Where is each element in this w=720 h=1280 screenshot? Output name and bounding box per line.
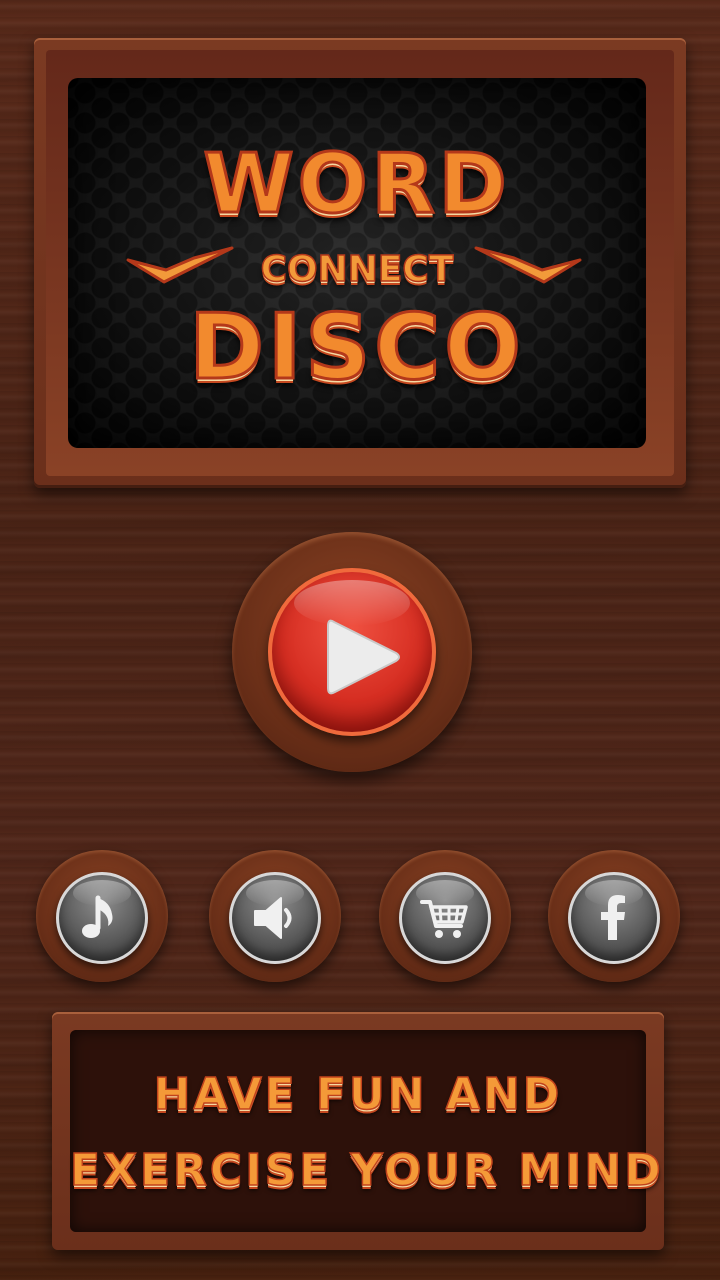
music-button[interactable] xyxy=(56,872,148,964)
facebook-button[interactable] xyxy=(568,872,660,964)
sound-button[interactable] xyxy=(229,872,321,964)
logo-word: WORD xyxy=(202,137,511,232)
play-button[interactable] xyxy=(268,568,436,736)
speaker-icon xyxy=(254,897,292,939)
right-wing-icon xyxy=(474,246,582,284)
banner-frame: HAVE FUN AND EXERCISE YOUR MIND xyxy=(52,1012,664,1250)
facebook-icon xyxy=(601,895,625,940)
music-note-icon xyxy=(82,895,113,938)
logo-screen: WORD CONNECT DISCO xyxy=(68,78,646,448)
facebook-button-socket xyxy=(548,850,680,982)
shop-button[interactable] xyxy=(399,872,491,964)
banner-line-2: EXERCISE YOUR MIND xyxy=(69,1145,664,1197)
music-button-socket xyxy=(36,850,168,982)
shop-button-socket xyxy=(379,850,511,982)
logo-disco: DISCO xyxy=(188,295,525,400)
logo-frame: WORD CONNECT DISCO xyxy=(34,38,686,488)
cart-icon xyxy=(420,900,468,938)
play-icon xyxy=(327,619,400,695)
sound-button-socket xyxy=(209,850,341,982)
banner-line-1: HAVE FUN AND xyxy=(153,1069,563,1121)
banner-panel: HAVE FUN AND EXERCISE YOUR MIND xyxy=(69,1030,664,1232)
